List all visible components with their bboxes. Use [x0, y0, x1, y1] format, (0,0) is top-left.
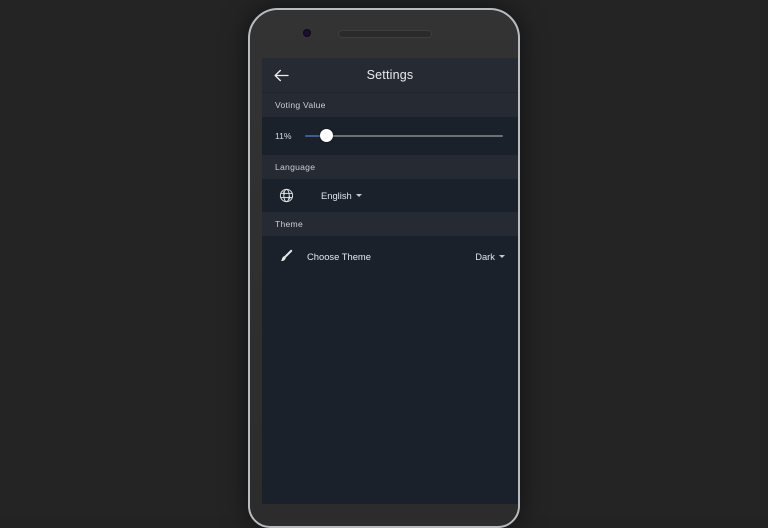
slider-thumb[interactable]: [320, 129, 334, 143]
voting-value-slider[interactable]: [305, 127, 503, 145]
phone-device-frame: Settings Voting Value 11% Language Engli…: [248, 8, 520, 528]
section-header-language-label: Language: [275, 162, 316, 172]
theme-dropdown[interactable]: Dark: [475, 251, 505, 262]
front-camera-icon: [303, 29, 311, 37]
language-row[interactable]: English: [262, 179, 518, 212]
phone-screen: Settings Voting Value 11% Language Engli…: [262, 58, 518, 504]
voting-value-readout: 11%: [275, 131, 292, 141]
language-dropdown[interactable]: English: [321, 190, 362, 201]
language-selected-value: English: [321, 190, 352, 201]
chevron-down-icon: [499, 254, 505, 258]
section-header-theme-label: Theme: [275, 219, 303, 229]
section-header-voting-value: Voting Value: [262, 93, 518, 117]
chevron-down-icon: [355, 194, 362, 197]
app-bar: Settings: [262, 58, 518, 93]
screen-empty-area: [262, 276, 518, 504]
section-header-language: Language: [262, 155, 518, 179]
earpiece-speaker-icon: [338, 30, 432, 38]
screenshot-canvas: Settings Voting Value 11% Language Engli…: [0, 0, 768, 528]
voting-value-row: 11%: [262, 117, 518, 155]
globe-icon: [275, 185, 297, 207]
choose-theme-label: Choose Theme: [307, 250, 371, 262]
section-header-voting-value-label: Voting Value: [275, 100, 326, 110]
page-title: Settings: [366, 68, 414, 82]
slider-track: [305, 135, 503, 137]
theme-selected-value: Dark: [475, 250, 495, 262]
section-header-theme: Theme: [262, 212, 518, 236]
paintbrush-icon: [275, 245, 297, 267]
choose-theme-row[interactable]: Choose Theme Dark: [262, 236, 518, 276]
